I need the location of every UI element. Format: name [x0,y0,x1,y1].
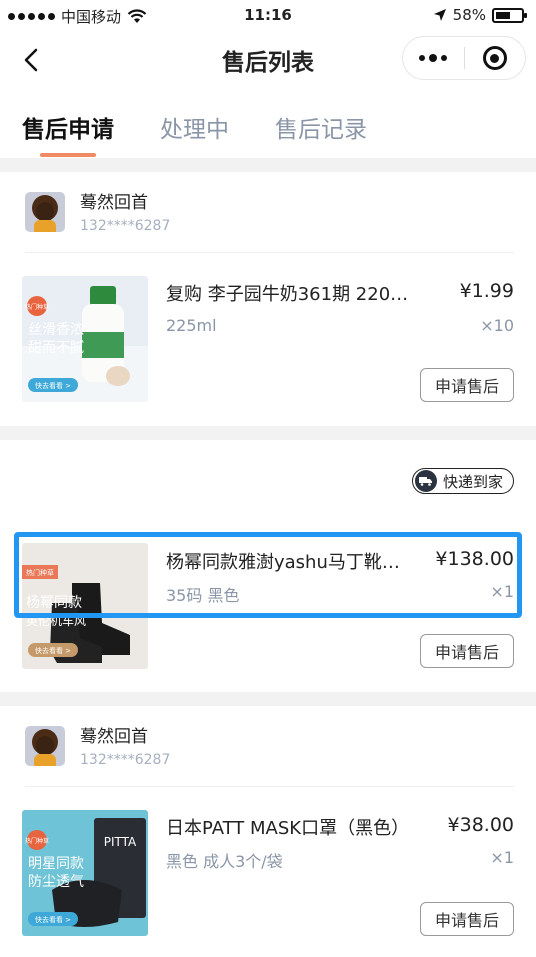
product-qty: ×1 [490,848,514,867]
location-arrow-icon [433,9,446,21]
product-spec: 黑色 成人3个/袋 [166,852,283,871]
avatar [25,726,65,766]
more-menu-icon[interactable] [403,53,464,62]
svg-text:热门种草: 热门种草 [25,837,49,845]
svg-text:快去看看 >: 快去看看 > [35,381,71,390]
active-tab-indicator [40,153,96,157]
nav-bar: 售后列表 [0,32,536,88]
user-info: 蓦然回首 132****6287 [25,726,170,768]
svg-text:快去看看 >: 快去看看 > [35,915,71,924]
product-name[interactable]: 复购 李子园牛奶361期 220ml… [166,280,424,306]
express-delivery-badge: 快递到家 [411,468,514,494]
product-spec: 225ml [166,316,217,335]
svg-text:快去看看 >: 快去看看 > [35,646,71,655]
battery-icon [492,7,527,23]
svg-text:甜而不腻: 甜而不腻 [28,340,84,356]
svg-text:PITTA: PITTA [104,835,137,849]
product-price: ¥38.00 [447,814,514,836]
user-phone: 132****6287 [80,218,171,234]
svg-text:热门种草: 热门种草 [25,303,49,311]
status-bar: 中国移动 11:16 58% [0,0,536,32]
order-card: 蓦然回首 132****6287 PITTA 热门种草 明星同款 防尘透气 快去… [0,706,536,957]
mini-program-capsule [402,36,526,80]
order-card: 蓦然回首 132****6287 热门种草 丝滑香浓 甜而不腻 快去看看 > 复… [0,172,536,426]
user-info: 蓦然回首 132****6287 [25,192,170,234]
product-qty: ×10 [480,316,514,335]
svg-text:明星同款: 明星同款 [28,856,84,872]
apply-after-sale-button[interactable]: 申请售后 [420,902,514,936]
tab-after-sale-apply[interactable]: 售后申请 [22,110,114,144]
user-name: 蓦然回首 [80,193,148,213]
product-name[interactable]: 日本PATT MASK口罩（黑色） [166,814,428,840]
tab-processing[interactable]: 处理中 [160,110,229,144]
battery-percent: 58% [452,6,486,24]
svg-text:防尘透气: 防尘透气 [28,874,84,890]
tab-bar: 售后申请 处理中 售后记录 [0,88,536,158]
apply-after-sale-button[interactable]: 申请售后 [420,368,514,402]
user-name: 蓦然回首 [80,727,148,747]
tab-after-sale-records[interactable]: 售后记录 [275,110,367,144]
svg-text:丝滑香浓: 丝滑香浓 [28,321,84,338]
selection-highlight [14,532,522,618]
target-icon [482,46,507,70]
user-phone: 132****6287 [80,752,171,768]
product-image[interactable]: 热门种草 丝滑香浓 甜而不腻 快去看看 > [22,276,148,402]
close-miniprogram-button[interactable] [464,46,525,70]
product-image[interactable]: PITTA 热门种草 明星同款 防尘透气 快去看看 > [22,810,148,936]
apply-after-sale-button[interactable]: 申请售后 [420,634,514,668]
avatar [25,192,65,232]
express-label: 快递到家 [442,472,503,491]
truck-icon [414,470,437,492]
product-price: ¥1.99 [459,280,514,302]
